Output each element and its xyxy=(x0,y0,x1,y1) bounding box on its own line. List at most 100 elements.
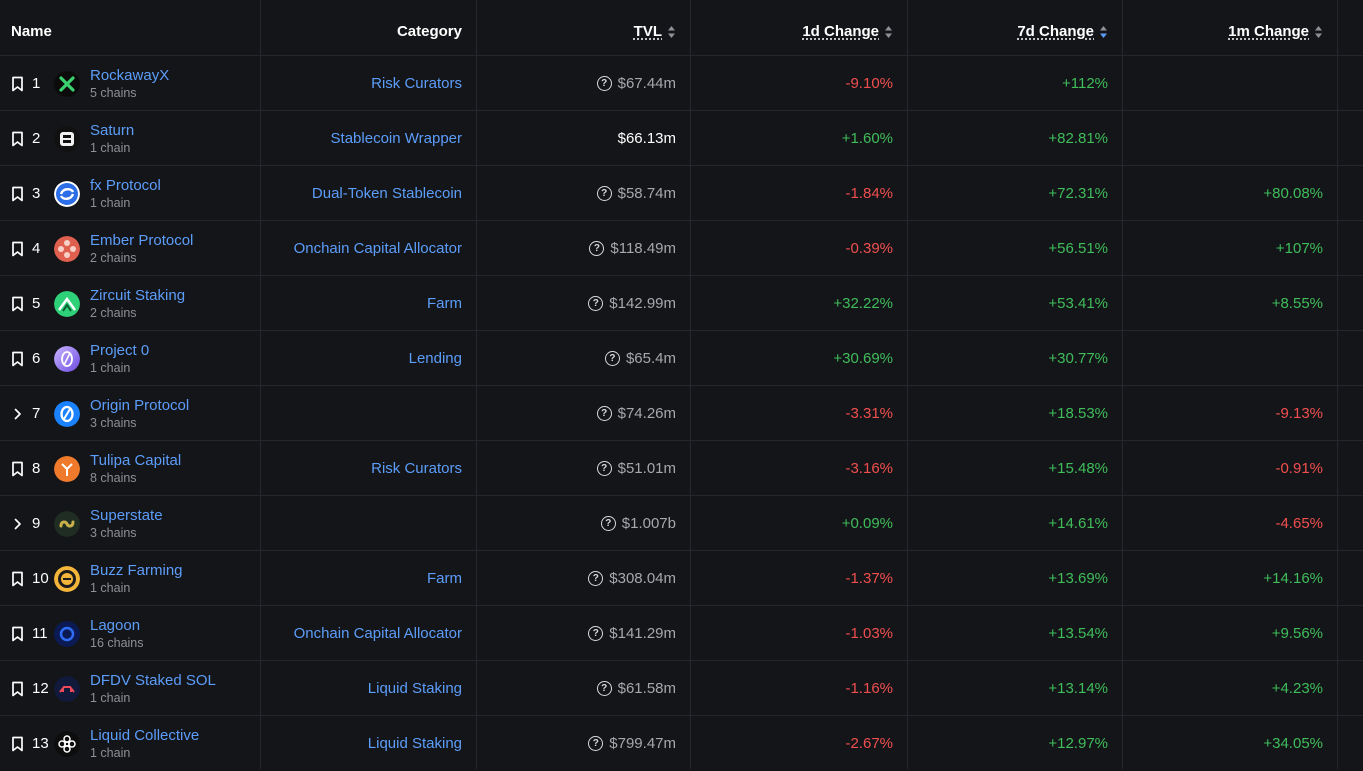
row-spacer xyxy=(1337,496,1363,551)
category-link[interactable]: Risk Curators xyxy=(371,460,462,477)
protocol-name-block: Zircuit Staking 2 chains xyxy=(90,287,185,321)
question-circle-icon[interactable]: ? xyxy=(596,406,612,421)
chain-count: 2 chains xyxy=(90,250,137,265)
buzz-farming-logo xyxy=(54,565,80,592)
question-circle-icon[interactable]: ? xyxy=(596,681,612,696)
row-spacer xyxy=(1337,331,1363,386)
tvl-value-wrap: ? $67.44m xyxy=(596,75,676,92)
protocol-name-link[interactable]: Origin Protocol xyxy=(90,397,189,415)
category-link[interactable]: Dual-Token Stablecoin xyxy=(312,185,462,202)
bookmark-icon[interactable] xyxy=(10,351,24,367)
protocol-name-link[interactable]: Lagoon xyxy=(90,617,144,635)
change-1d-cell: +1.60% xyxy=(690,111,907,166)
table-row[interactable]: 2 Saturn 1 chain Stablecoin Wrapper $66.… xyxy=(0,110,1363,166)
bookmark-icon[interactable] xyxy=(10,186,24,202)
table-row[interactable]: 4 Ember Protocol 2 chains Onchain Capita… xyxy=(0,220,1363,276)
rank: 13 xyxy=(32,735,49,752)
bookmark-icon[interactable] xyxy=(10,241,24,257)
category-link[interactable]: Risk Curators xyxy=(371,75,462,92)
change-1d-cell: -9.10% xyxy=(690,56,907,111)
chevron-right-icon[interactable] xyxy=(10,516,24,532)
chevron-right-icon[interactable] xyxy=(10,406,24,422)
bookmark-icon[interactable] xyxy=(10,131,24,147)
tvl-value-wrap: ? $61.58m xyxy=(596,680,676,697)
change-1m: +4.23% xyxy=(1271,680,1323,697)
category-link[interactable]: Onchain Capital Allocator xyxy=(294,625,462,642)
protocol-name-link[interactable]: Tulipa Capital xyxy=(90,452,181,470)
change-7d: +13.14% xyxy=(1048,680,1108,697)
table-row[interactable]: 8 Tulipa Capital 8 chains Risk Curators … xyxy=(0,440,1363,496)
name-cell: 5 Zircuit Staking 2 chains xyxy=(0,276,260,331)
table-row[interactable]: 10 Buzz Farming 1 chain Farm ? $308.04m -… xyxy=(0,550,1363,606)
rank: 11 xyxy=(32,625,48,642)
protocol-name-link[interactable]: DFDV Staked SOL xyxy=(90,672,216,690)
table-row[interactable]: 3 fx Protocol 1 chain Dual-Token Stablec… xyxy=(0,165,1363,221)
bookmark-icon[interactable] xyxy=(10,571,24,587)
table-row[interactable]: 7 Origin Protocol 3 chains ? $74.26m -3.3… xyxy=(0,385,1363,441)
header-7d-change[interactable]: 7d Change xyxy=(907,8,1122,55)
protocol-name-link[interactable]: fx Protocol xyxy=(90,177,161,195)
row-spacer xyxy=(1337,606,1363,661)
question-circle-icon[interactable]: ? xyxy=(588,626,604,641)
protocol-name-link[interactable]: Superstate xyxy=(90,507,163,525)
change-7d-cell: +12.97% xyxy=(907,716,1122,771)
name-cell: 8 Tulipa Capital 8 chains xyxy=(0,441,260,496)
protocol-name-link[interactable]: Project 0 xyxy=(90,342,149,360)
header-tvl[interactable]: TVL xyxy=(476,8,690,55)
protocol-name-link[interactable]: Ember Protocol xyxy=(90,232,193,250)
category-link[interactable]: Liquid Staking xyxy=(368,735,462,752)
question-circle-icon[interactable]: ? xyxy=(604,351,620,366)
bookmark-icon[interactable] xyxy=(10,296,24,312)
change-1m-cell: +9.56% xyxy=(1122,606,1337,661)
bookmark-icon[interactable] xyxy=(10,736,24,752)
category-link[interactable]: Lending xyxy=(409,350,462,367)
row-spacer xyxy=(1337,716,1363,771)
header-name[interactable]: Name xyxy=(0,8,260,55)
protocol-name-link[interactable]: Liquid Collective xyxy=(90,727,199,745)
category-link[interactable]: Onchain Capital Allocator xyxy=(294,240,462,257)
protocol-name-link[interactable]: Saturn xyxy=(90,122,134,140)
header-1m-change[interactable]: 1m Change xyxy=(1122,8,1337,55)
tvl-value-wrap: ? $58.74m xyxy=(596,185,676,202)
change-7d-cell: +14.61% xyxy=(907,496,1122,551)
change-1m: -4.65% xyxy=(1275,515,1323,532)
table-row[interactable]: 6 Project 0 1 chain Lending ? $65.4m +30.… xyxy=(0,330,1363,386)
category-link[interactable]: Stablecoin Wrapper xyxy=(331,130,462,147)
bookmark-icon[interactable] xyxy=(10,681,24,697)
category-link[interactable]: Farm xyxy=(427,570,462,587)
category-link[interactable]: Liquid Staking xyxy=(368,680,462,697)
bookmark-icon[interactable] xyxy=(10,626,24,642)
question-circle-icon[interactable]: ? xyxy=(589,241,605,256)
table-row[interactable]: 9 Superstate 3 chains ? $1.007b +0.09% +1… xyxy=(0,495,1363,551)
question-circle-icon[interactable]: ? xyxy=(600,516,616,531)
header-1d-change[interactable]: 1d Change xyxy=(690,8,907,55)
question-circle-icon[interactable]: ? xyxy=(588,736,604,751)
tvl-value-wrap: ? $141.29m xyxy=(588,625,676,642)
bookmark-icon[interactable] xyxy=(10,461,24,477)
question-circle-icon[interactable]: ? xyxy=(588,296,604,311)
question-circle-icon[interactable]: ? xyxy=(588,571,604,586)
table-row[interactable]: 5 Zircuit Staking 2 chains Farm ? $142.99… xyxy=(0,275,1363,331)
name-cell: 12 DFDV Staked SOL 1 chain xyxy=(0,661,260,716)
category-cell: Stablecoin Wrapper xyxy=(260,111,476,166)
question-circle-icon[interactable]: ? xyxy=(596,76,612,91)
protocol-name-block: Project 0 1 chain xyxy=(90,342,149,376)
protocol-name-link[interactable]: RockawayX xyxy=(90,67,169,85)
name-cell: 11 Lagoon 16 chains xyxy=(0,606,260,661)
table-row[interactable]: 13 Liquid Collective 1 chain Liquid Stak… xyxy=(0,715,1363,771)
question-circle-icon[interactable]: ? xyxy=(596,461,612,476)
question-circle-icon[interactable]: ? xyxy=(596,186,612,201)
protocol-name-link[interactable]: Buzz Farming xyxy=(90,562,183,580)
change-1m-cell: -4.65% xyxy=(1122,496,1337,551)
bookmark-icon[interactable] xyxy=(10,76,24,92)
category-link[interactable]: Farm xyxy=(427,295,462,312)
chain-count: 1 chain xyxy=(90,140,131,155)
protocol-name-link[interactable]: Zircuit Staking xyxy=(90,287,185,305)
rank: 7 xyxy=(32,405,41,422)
table-row[interactable]: 1 RockawayX 5 chains Risk Curators ? $67.… xyxy=(0,55,1363,111)
table-row[interactable]: 11 Lagoon 16 chains Onchain Capital Allo… xyxy=(0,605,1363,661)
header-category[interactable]: Category xyxy=(260,8,476,55)
sort-icon xyxy=(885,25,892,38)
change-7d-cell: +13.14% xyxy=(907,661,1122,716)
table-row[interactable]: 12 DFDV Staked SOL 1 chain Liquid Stakin… xyxy=(0,660,1363,716)
